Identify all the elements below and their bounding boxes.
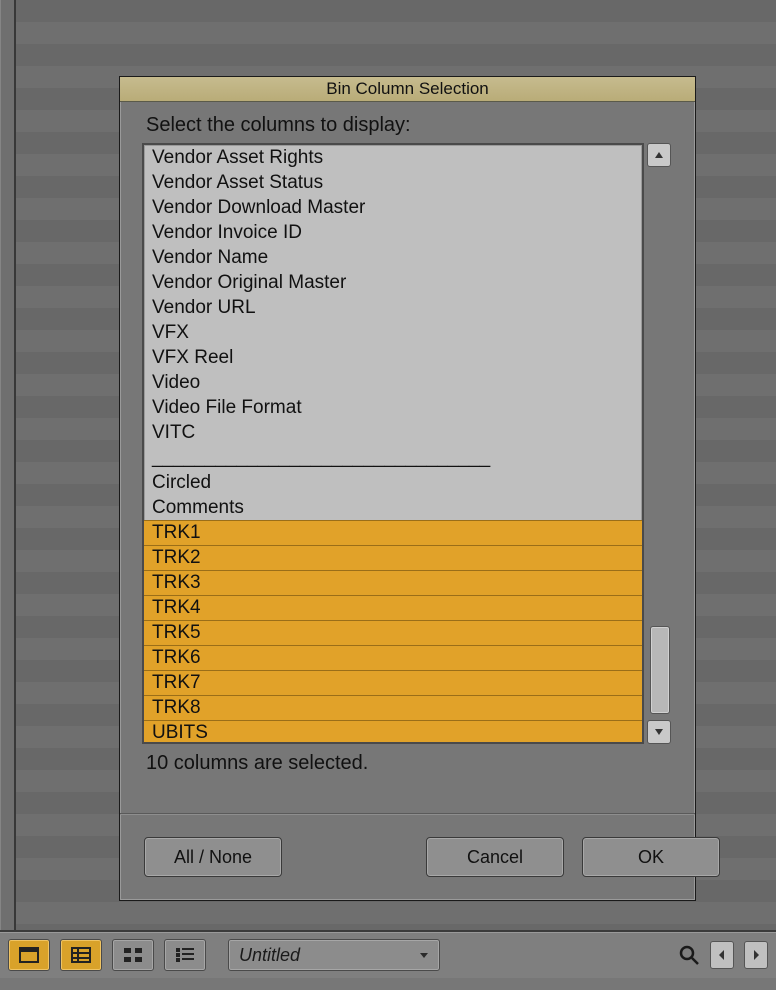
column-option[interactable]: Vendor Invoice ID <box>144 220 642 245</box>
column-option[interactable]: TRK4 <box>144 595 642 620</box>
selection-status: 10 columns are selected. <box>120 744 695 775</box>
column-option[interactable]: TRK2 <box>144 545 642 570</box>
column-option[interactable]: Vendor Original Master <box>144 270 642 295</box>
column-option[interactable]: ________________________________ <box>144 445 642 470</box>
column-option[interactable]: Vendor URL <box>144 295 642 320</box>
column-option[interactable]: TRK1 <box>144 520 642 545</box>
scroll-up-button[interactable] <box>647 143 671 167</box>
column-option[interactable]: Video <box>144 370 642 395</box>
dialog-prompt: Select the columns to display: <box>120 102 695 143</box>
bin-title-dropdown[interactable]: Untitled <box>228 939 440 971</box>
column-option[interactable]: TRK5 <box>144 620 642 645</box>
column-option[interactable]: TRK6 <box>144 645 642 670</box>
all-none-button[interactable]: All / None <box>144 837 282 877</box>
dialog-title: Bin Column Selection <box>120 77 695 102</box>
search-icon[interactable] <box>678 944 700 966</box>
column-option[interactable]: Vendor Asset Status <box>144 170 642 195</box>
column-option[interactable]: Circled <box>144 470 642 495</box>
column-option[interactable]: Vendor Download Master <box>144 195 642 220</box>
column-option[interactable]: Vendor Name <box>144 245 642 270</box>
column-option[interactable]: TRK3 <box>144 570 642 595</box>
dialog-button-row: All / None Cancel OK <box>120 814 695 900</box>
column-option[interactable]: TRK8 <box>144 695 642 720</box>
column-option[interactable]: VITC <box>144 420 642 445</box>
column-option[interactable]: UBITS <box>144 720 642 744</box>
cancel-button[interactable]: Cancel <box>426 837 564 877</box>
column-option[interactable]: VFX <box>144 320 642 345</box>
view-mode-grid-button[interactable] <box>112 939 154 971</box>
column-listbox[interactable]: Vendor Asset RightsVendor Asset StatusVe… <box>142 143 644 744</box>
chevron-down-icon <box>419 950 429 960</box>
bottom-toolbar: Untitled <box>0 930 776 978</box>
scroll-down-button[interactable] <box>647 720 671 744</box>
column-option[interactable]: Vendor Asset Rights <box>144 145 642 170</box>
column-option[interactable]: TRK7 <box>144 670 642 695</box>
scrollbar <box>644 143 673 744</box>
view-mode-frame-button[interactable] <box>8 939 50 971</box>
pager-next-button[interactable] <box>744 941 768 969</box>
ok-button[interactable]: OK <box>582 837 720 877</box>
view-mode-story-button[interactable] <box>164 939 206 971</box>
scroll-track[interactable] <box>648 173 670 714</box>
column-option[interactable]: VFX Reel <box>144 345 642 370</box>
view-mode-list-button[interactable] <box>60 939 102 971</box>
pager-prev-button[interactable] <box>710 941 734 969</box>
column-option[interactable]: Video File Format <box>144 395 642 420</box>
bin-title-text: Untitled <box>239 945 300 966</box>
bin-column-selection-dialog: Bin Column Selection Select the columns … <box>119 76 696 901</box>
scroll-thumb[interactable] <box>650 626 670 714</box>
column-option[interactable]: Comments <box>144 495 642 520</box>
